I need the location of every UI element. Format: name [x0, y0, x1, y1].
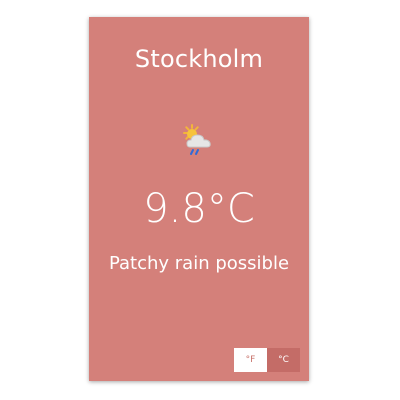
celsius-button[interactable]: °C	[267, 348, 300, 372]
partly-cloudy-rain-icon	[177, 120, 221, 164]
temperature-value: 9.8°C	[143, 186, 255, 232]
unit-toggle: °F °C	[234, 348, 300, 372]
city-name: Stockholm	[134, 45, 264, 73]
weather-condition: Patchy rain possible	[108, 253, 290, 274]
weather-card: Stockholm 9.8°C Patchy rain possible °F …	[89, 17, 309, 381]
fahrenheit-button[interactable]: °F	[234, 348, 267, 372]
